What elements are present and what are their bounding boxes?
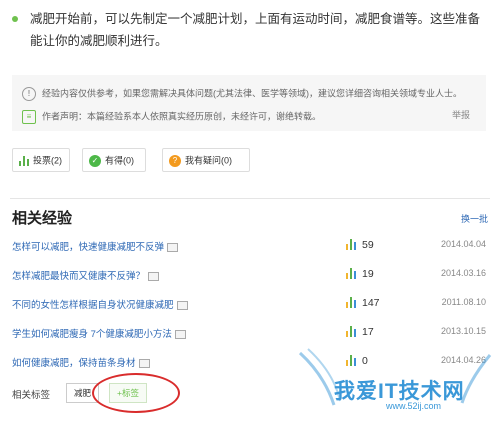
bullet-dot-icon — [12, 16, 18, 22]
highlight-circle — [92, 373, 180, 413]
bar-chart-icon — [346, 268, 356, 279]
disclaimer-text: 经验内容仅供参考，如果您需解决具体问题(尤其法律、医学等领域)，建议您详细咨询相… — [42, 88, 462, 99]
image-icon — [176, 300, 188, 310]
view-count: 147 — [362, 297, 380, 309]
item-date: 2014.04.04 — [440, 239, 486, 249]
list-item: 不同的女性怎样根据自身状况健康减肥 147 2011.08.10 — [12, 293, 490, 322]
watermark: 我爱IT技术网 www.52ij.com — [294, 345, 494, 417]
bar-chart-icon — [346, 297, 356, 308]
step-text: 减肥开始前，可以先制定一个减肥计划，上面有运动时间，减肥食谱等。这些准备能让你的… — [30, 12, 481, 48]
view-count: 59 — [362, 239, 374, 251]
info-icon: ! — [22, 86, 36, 101]
author-statement-row: ≡ 作者声明：本篇经验系本人依照真实经历原创，未经许可，谢绝转载。 — [22, 108, 321, 124]
list-item: 怎样减肥最快而又健康不反弹？ 19 2014.03.16 — [12, 264, 490, 293]
useful-label: 有得(0) — [105, 155, 134, 166]
item-date: 2013.10.15 — [440, 326, 486, 336]
report-link[interactable]: 举报 — [452, 108, 470, 121]
question-icon: ? — [169, 154, 181, 167]
disclaimer-row: ! 经验内容仅供参考，如果您需解决具体问题(尤其法律、医学等领域)，建议您详细咨询… — [22, 85, 462, 101]
author-statement-text: 作者声明：本篇经验系本人依照真实经历原创，未经许可，谢绝转载。 — [42, 111, 322, 122]
check-icon: ✓ — [89, 154, 101, 167]
tags-label: 相关标签 — [12, 390, 51, 401]
question-label: 我有疑问(0) — [185, 155, 232, 166]
image-icon — [174, 329, 186, 339]
view-count: 17 — [362, 326, 374, 338]
view-count: 19 — [362, 268, 374, 280]
bar-chart-icon — [346, 239, 356, 250]
related-item-link[interactable]: 学生如何减肥瘦身 7个健康减肥小方法 — [12, 326, 186, 340]
question-button[interactable]: ? 我有疑问(0) — [162, 148, 250, 172]
vote-label: 投票(2) — [33, 155, 62, 166]
related-title: 相关经验 — [12, 210, 73, 227]
document-icon: ≡ — [22, 109, 36, 124]
related-item-link[interactable]: 如何健康减肥，保持苗条身材 — [12, 355, 150, 369]
watermark-url: www.52ij.com — [386, 401, 442, 411]
notice-box: ! 经验内容仅供参考，如果您需解决具体问题(尤其法律、医学等领域)，建议您详细咨询… — [12, 75, 486, 131]
vote-button[interactable]: 投票(2) — [12, 148, 70, 172]
item-date: 2014.03.16 — [440, 268, 486, 278]
related-item-link[interactable]: 不同的女性怎样根据自身状况健康减肥 — [12, 297, 188, 311]
related-item-link[interactable]: 怎样可以减肥，快速健康减肥不反弹 — [12, 239, 179, 253]
section-divider — [10, 198, 490, 199]
image-icon — [148, 271, 160, 281]
step-content: 减肥开始前，可以先制定一个减肥计划，上面有运动时间，减肥食谱等。这些准备能让你的… — [10, 8, 490, 52]
related-item-link[interactable]: 怎样减肥最快而又健康不反弹？ — [12, 268, 160, 282]
refresh-link[interactable]: 换一批 — [461, 212, 488, 225]
image-icon — [167, 242, 179, 252]
bar-chart-icon — [19, 155, 29, 166]
useful-button[interactable]: ✓ 有得(0) — [82, 148, 146, 172]
bar-chart-icon — [346, 326, 356, 337]
list-item: 怎样可以减肥，快速健康减肥不反弹 59 2014.04.04 — [12, 235, 490, 264]
image-icon — [138, 358, 150, 368]
item-date: 2011.08.10 — [441, 297, 486, 307]
